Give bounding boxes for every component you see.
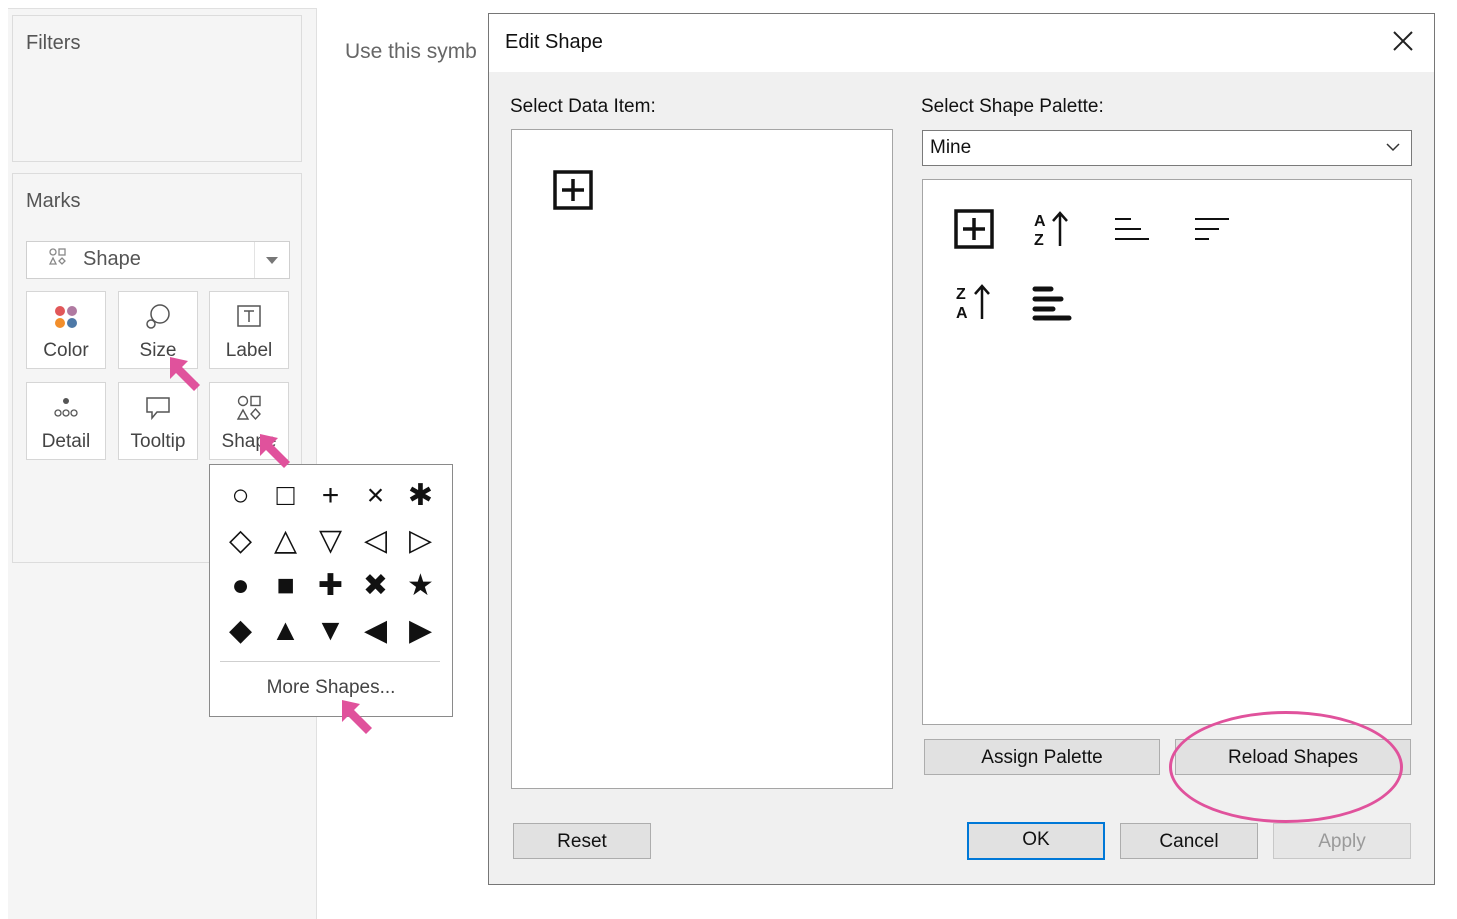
marks-title: Marks xyxy=(26,190,81,212)
chevron-down-icon xyxy=(1385,139,1401,155)
tooltip-label: Tooltip xyxy=(130,431,186,452)
shape-icon xyxy=(48,248,67,271)
align-left-lines-icon[interactable] xyxy=(1111,208,1153,250)
data-item-list[interactable] xyxy=(511,129,893,789)
bold-lines-icon[interactable] xyxy=(1031,281,1073,323)
shape-option[interactable]: ● xyxy=(218,563,263,608)
shape-option[interactable]: ▼ xyxy=(308,608,353,653)
shape-option[interactable]: ○ xyxy=(218,473,263,518)
sort-az-icon[interactable]: AZ xyxy=(1031,208,1073,250)
mark-type-value: Shape xyxy=(83,248,141,270)
label-icon xyxy=(210,302,288,332)
shape-option[interactable]: ▷ xyxy=(398,518,443,563)
shape-option[interactable]: ◆ xyxy=(218,608,263,653)
plus-box-icon[interactable] xyxy=(552,169,594,211)
more-shapes-link[interactable]: More Shapes... xyxy=(210,677,452,699)
palette-select-value: Mine xyxy=(930,137,972,158)
shape-option[interactable]: ◇ xyxy=(218,518,263,563)
annotation-highlight-ellipse xyxy=(1169,711,1403,823)
color-dots-icon xyxy=(27,302,105,332)
dialog-title: Edit Shape xyxy=(505,31,603,53)
worksheet-caption: Use this symb xyxy=(345,40,477,63)
apply-button[interactable]: Apply xyxy=(1273,823,1411,859)
detail-label: Detail xyxy=(41,431,91,452)
svg-text:A: A xyxy=(1034,213,1046,230)
filters-title: Filters xyxy=(26,32,81,54)
palette-shapes-panel[interactable]: AZ ZA xyxy=(922,179,1412,725)
select-shape-palette-label: Select Shape Palette: xyxy=(921,96,1104,117)
shape-picker-popup: ○ □ + × ✱ ◇ △ ▽ ◁ ▷ ● ■ ✚ ✖ ★ ◆ ▲ ▼ ◀ ▶ … xyxy=(209,464,453,717)
detail-tile[interactable]: Detail xyxy=(26,382,106,460)
tooltip-icon xyxy=(119,393,197,423)
annotation-arrow-icon xyxy=(168,355,204,395)
shape-option[interactable]: ✖ xyxy=(353,563,398,608)
shape-icon xyxy=(210,393,288,423)
svg-text:Z: Z xyxy=(956,286,966,303)
shape-option[interactable]: ▲ xyxy=(263,608,308,653)
shape-option[interactable]: ✱ xyxy=(398,473,443,518)
assign-palette-button[interactable]: Assign Palette xyxy=(924,739,1160,775)
label-label: Label xyxy=(225,340,273,361)
shape-option[interactable]: + xyxy=(308,473,353,518)
svg-text:A: A xyxy=(956,305,968,322)
shape-option[interactable]: □ xyxy=(263,473,308,518)
shape-option[interactable]: ◁ xyxy=(353,518,398,563)
annotation-arrow-icon xyxy=(258,432,294,472)
shape-option[interactable]: × xyxy=(353,473,398,518)
close-icon[interactable] xyxy=(1388,26,1418,56)
shape-option[interactable]: ✚ xyxy=(308,563,353,608)
cancel-button[interactable]: Cancel xyxy=(1120,823,1258,859)
ok-button[interactable]: OK xyxy=(967,822,1105,860)
svg-text:Z: Z xyxy=(1034,232,1044,249)
sort-za-icon[interactable]: ZA xyxy=(953,281,995,323)
label-tile[interactable]: Label xyxy=(209,291,289,369)
annotation-arrow-icon xyxy=(340,698,376,738)
plus-box-icon[interactable] xyxy=(953,208,995,250)
color-label: Color xyxy=(43,340,89,361)
shape-option[interactable]: ◀ xyxy=(353,608,398,653)
dialog-titlebar: Edit Shape xyxy=(489,14,1434,72)
shape-option[interactable]: ★ xyxy=(398,563,443,608)
shape-option[interactable]: ■ xyxy=(263,563,308,608)
sort-lines-icon[interactable] xyxy=(1191,208,1233,250)
mark-type-dropdown[interactable]: Shape xyxy=(26,241,290,279)
shape-option[interactable]: ▶ xyxy=(398,608,443,653)
reset-button[interactable]: Reset xyxy=(513,823,651,859)
shape-option[interactable]: ▽ xyxy=(308,518,353,563)
chevron-down-icon[interactable] xyxy=(254,242,289,278)
filters-card[interactable]: Filters xyxy=(12,15,302,162)
color-tile[interactable]: Color xyxy=(26,291,106,369)
popup-divider xyxy=(220,661,440,662)
size-icon xyxy=(119,302,197,332)
shape-option[interactable]: △ xyxy=(263,518,308,563)
palette-select[interactable]: Mine xyxy=(922,130,1412,166)
select-data-item-label: Select Data Item: xyxy=(510,96,656,117)
detail-icon xyxy=(27,393,105,423)
